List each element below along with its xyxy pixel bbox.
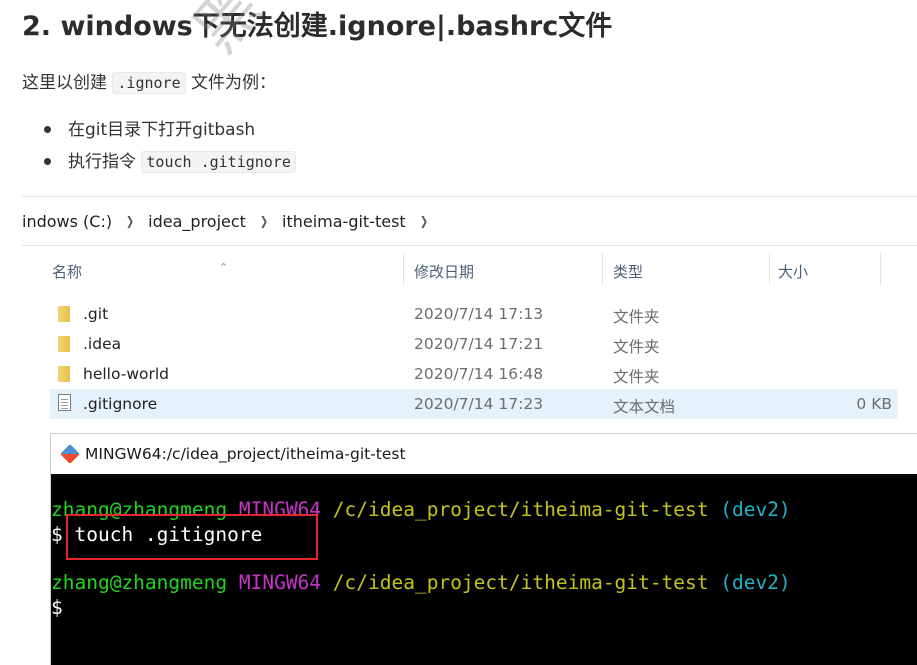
prompt-branch: (dev2) xyxy=(720,571,791,594)
list-item: 在git目录下打开gitbash xyxy=(44,114,296,146)
column-header-size[interactable]: 大小 xyxy=(778,261,808,282)
column-divider[interactable] xyxy=(403,253,404,285)
prompt-path: /c/idea_project/itheima-git-test xyxy=(332,498,709,521)
file-size: 0 KB xyxy=(856,395,892,413)
file-list: .git 2020/7/14 17:13 文件夹 .idea 2020/7/14… xyxy=(50,299,898,419)
bullet-dot-icon xyxy=(44,158,51,165)
file-name: .idea xyxy=(83,335,122,353)
table-row[interactable]: .git 2020/7/14 17:13 文件夹 xyxy=(50,299,898,329)
column-divider[interactable] xyxy=(880,253,881,285)
intro-text-after: 文件为例： xyxy=(185,73,277,93)
table-row[interactable]: .gitignore 2020/7/14 17:23 文本文档 0 KB xyxy=(50,389,898,419)
section-heading: 2. windows下无法创建.ignore|.bashrc文件 xyxy=(22,11,613,42)
file-date: 2020/7/14 16:48 xyxy=(414,365,544,383)
intro-inline-code: .ignore xyxy=(112,72,186,94)
prompt-user: zhang@zhangmeng xyxy=(51,571,228,594)
intro-text-before: 这里以创建 xyxy=(22,73,113,93)
breadcrumb-item-drive[interactable]: indows (C:) xyxy=(22,212,116,231)
git-bash-window: MINGW64:/c/idea_project/itheima-git-test… xyxy=(50,433,917,665)
sort-ascending-icon: ⌃ xyxy=(219,261,229,274)
column-header-type[interactable]: 类型 xyxy=(613,261,643,282)
column-divider[interactable] xyxy=(769,253,770,285)
prompt-path: /c/idea_project/itheima-git-test xyxy=(332,571,709,594)
file-type: 文件夹 xyxy=(613,368,660,386)
breadcrumb-item-itheima-git-test[interactable]: itheima-git-test xyxy=(278,212,410,231)
window-title: MINGW64:/c/idea_project/itheima-git-test xyxy=(85,445,406,463)
chevron-right-icon[interactable]: ❯ xyxy=(412,214,434,228)
file-date: 2020/7/14 17:21 xyxy=(414,335,544,353)
chevron-right-icon[interactable]: ❯ xyxy=(119,214,141,228)
column-header-name[interactable]: 名称 xyxy=(52,261,82,282)
file-explorer-screenshot: indows (C:) ❯ idea_project ❯ itheima-git… xyxy=(22,196,917,427)
window-titlebar[interactable]: MINGW64:/c/idea_project/itheima-git-test xyxy=(51,434,917,474)
document-page: 2. windows下无法创建.ignore|.bashrc文件 这里以创建 .… xyxy=(0,0,917,665)
folder-icon xyxy=(58,366,70,382)
breadcrumb-item-idea-project[interactable]: idea_project xyxy=(144,212,250,231)
folder-icon xyxy=(58,336,70,352)
step-text: 执行指令 xyxy=(68,152,142,172)
steps-list: 在git目录下打开gitbash 执行指令 touch .gitignore xyxy=(44,114,296,178)
file-name: hello-world xyxy=(83,365,170,383)
column-divider[interactable] xyxy=(602,253,603,285)
file-name: .gitignore xyxy=(83,395,158,413)
file-name: .git xyxy=(83,305,109,323)
command-highlight-box xyxy=(66,514,318,560)
bullet-dot-icon xyxy=(44,126,51,133)
table-row[interactable]: hello-world 2020/7/14 16:48 文件夹 xyxy=(50,359,898,389)
table-row[interactable]: .idea 2020/7/14 17:21 文件夹 xyxy=(50,329,898,359)
terminal-body[interactable]: zhang@zhangmeng MINGW64 /c/idea_project/… xyxy=(51,474,917,665)
step-text: 在git目录下打开gitbash xyxy=(68,120,256,140)
text-file-icon xyxy=(58,394,71,411)
chevron-right-icon[interactable]: ❯ xyxy=(253,214,275,228)
step-inline-code: touch .gitignore xyxy=(141,151,296,173)
column-headers: ⌃ 名称 修改日期 类型 大小 xyxy=(22,247,917,291)
prompt-line: zhang@zhangmeng MINGW64 /c/idea_project/… xyxy=(51,571,791,594)
file-type: 文件夹 xyxy=(613,308,660,326)
file-type: 文本文档 xyxy=(613,398,676,416)
intro-paragraph: 这里以创建 .ignore 文件为例： xyxy=(22,68,277,94)
file-date: 2020/7/14 17:23 xyxy=(414,395,544,413)
column-header-date[interactable]: 修改日期 xyxy=(414,261,474,282)
file-date: 2020/7/14 17:13 xyxy=(414,305,544,323)
prompt-system: MINGW64 xyxy=(238,571,322,594)
list-item: 执行指令 touch .gitignore xyxy=(44,146,296,178)
git-logo-icon xyxy=(60,444,80,464)
file-type: 文件夹 xyxy=(613,338,660,356)
prompt-branch: (dev2) xyxy=(720,498,791,521)
breadcrumb: indows (C:) ❯ idea_project ❯ itheima-git… xyxy=(22,197,917,246)
cursor-line: $ xyxy=(51,596,63,619)
folder-icon xyxy=(58,306,70,322)
